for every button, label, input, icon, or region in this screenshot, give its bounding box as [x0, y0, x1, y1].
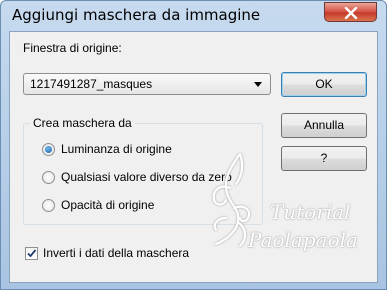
radio-any-nonzero[interactable]: [42, 171, 55, 184]
invert-mask-label[interactable]: Inverti i dati della maschera: [43, 246, 189, 260]
invert-mask-checkbox[interactable]: [25, 247, 38, 260]
dialog-title: Aggiungi maschera da immagine: [12, 6, 261, 24]
checkmark-icon: [27, 249, 37, 258]
watermark-line2: Paolapaola: [248, 228, 358, 252]
radio-source-luminance-label[interactable]: Luminanza di origine: [61, 142, 172, 156]
radio-source-opacity-label[interactable]: Opacità di origine: [61, 198, 154, 212]
ok-button[interactable]: OK: [281, 72, 367, 97]
create-mask-group-label: Crea maschera da: [30, 116, 135, 130]
source-window-value: 1217491287_masques: [30, 77, 153, 91]
watermark: Tutorial Paolapaola: [200, 148, 380, 258]
title-bar[interactable]: Aggiungi maschera da immagine: [1, 1, 386, 31]
chevron-down-icon: [254, 82, 262, 87]
source-window-label: Finestra di origine:: [23, 41, 122, 55]
close-button[interactable]: [324, 2, 377, 22]
radio-source-opacity[interactable]: [42, 199, 55, 212]
radio-source-luminance[interactable]: [42, 143, 55, 156]
watermark-line1: Tutorial: [270, 200, 351, 224]
cancel-button[interactable]: Annulla: [281, 113, 367, 138]
source-window-dropdown[interactable]: 1217491287_masques: [23, 73, 271, 95]
close-icon: [344, 7, 358, 19]
